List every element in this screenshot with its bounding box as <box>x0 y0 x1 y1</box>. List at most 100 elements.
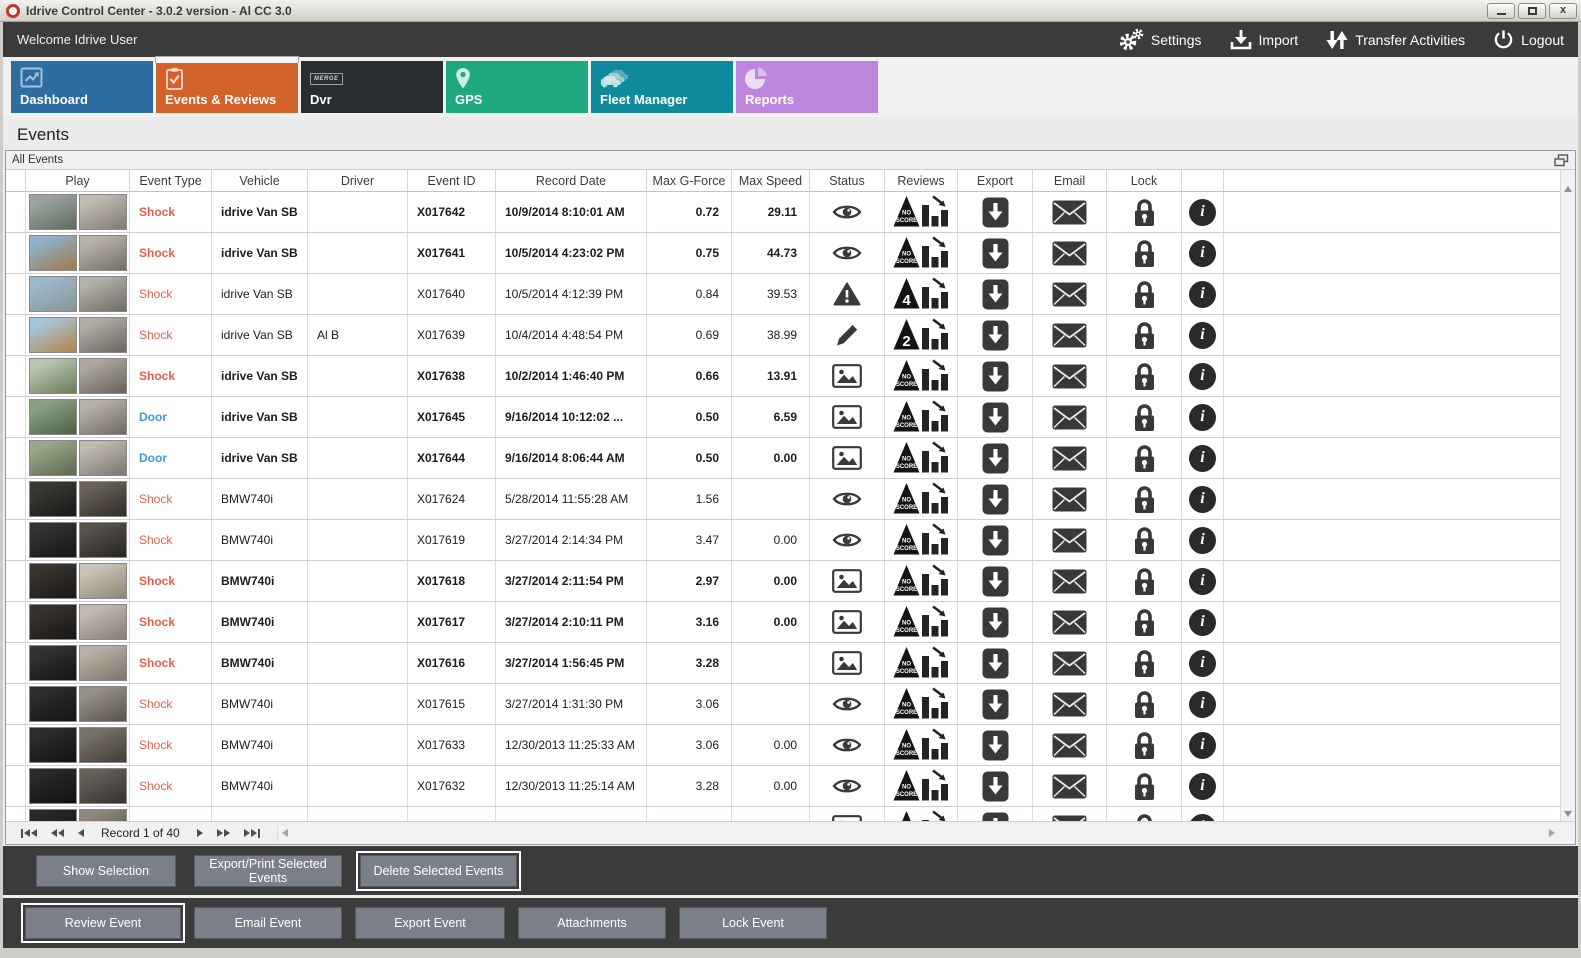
front-camera-thumbnail[interactable] <box>28 686 77 722</box>
settings-button[interactable]: Settings <box>1118 28 1202 52</box>
status-cell[interactable] <box>810 602 885 642</box>
cabin-camera-thumbnail[interactable] <box>78 686 127 722</box>
table-row[interactable]: Shock idrive Van SB X017640 10/5/2014 4:… <box>6 274 1575 315</box>
front-camera-thumbnail[interactable] <box>28 399 77 435</box>
tab-events-reviews[interactable]: Events & Reviews <box>155 56 299 113</box>
export-cell[interactable] <box>958 192 1033 232</box>
info-cell[interactable]: i <box>1182 807 1224 821</box>
cabin-camera-thumbnail[interactable] <box>78 522 127 558</box>
row-selector-cell[interactable] <box>6 233 26 273</box>
info-cell[interactable]: i <box>1182 602 1224 642</box>
cabin-camera-thumbnail[interactable] <box>78 317 127 353</box>
lock-cell[interactable] <box>1107 438 1182 478</box>
previous-record-button[interactable] <box>71 829 91 837</box>
export-cell[interactable] <box>958 274 1033 314</box>
status-cell[interactable] <box>810 274 885 314</box>
export-cell[interactable] <box>958 438 1033 478</box>
front-camera-thumbnail[interactable] <box>28 317 77 353</box>
export-cell[interactable] <box>958 602 1033 642</box>
play-cell[interactable] <box>26 479 130 519</box>
reviews-cell[interactable]: NOSCORE <box>885 356 958 396</box>
status-cell[interactable] <box>810 807 885 821</box>
reviews-cell[interactable]: NOSCORE <box>885 561 958 601</box>
status-cell[interactable] <box>810 520 885 560</box>
export-cell[interactable] <box>958 233 1033 273</box>
email-cell[interactable] <box>1033 602 1107 642</box>
status-cell[interactable] <box>810 192 885 232</box>
column-header-record-date[interactable]: Record Date <box>496 170 647 191</box>
email-cell[interactable] <box>1033 807 1107 821</box>
play-cell[interactable] <box>26 725 130 765</box>
front-camera-thumbnail[interactable] <box>28 194 77 230</box>
play-cell[interactable] <box>26 602 130 642</box>
maximize-button[interactable] <box>1518 2 1546 19</box>
status-cell[interactable] <box>810 643 885 683</box>
info-cell[interactable]: i <box>1182 479 1224 519</box>
vertical-scrollbar[interactable] <box>1560 170 1575 821</box>
info-cell[interactable]: i <box>1182 561 1224 601</box>
email-cell[interactable] <box>1033 192 1107 232</box>
row-selector-cell[interactable] <box>6 684 26 724</box>
email-event-button[interactable]: Email Event <box>194 907 342 939</box>
front-camera-thumbnail[interactable] <box>28 809 77 821</box>
lock-cell[interactable] <box>1107 561 1182 601</box>
row-selector-cell[interactable] <box>6 807 26 821</box>
play-cell[interactable] <box>26 315 130 355</box>
column-header-status[interactable]: Status <box>810 170 885 191</box>
table-row[interactable]: Door idrive Van SB X017645 9/16/2014 10:… <box>6 397 1575 438</box>
email-cell[interactable] <box>1033 766 1107 806</box>
row-selector-cell[interactable] <box>6 602 26 642</box>
table-row[interactable]: Shock BMW740i X017632 12/30/2013 11:25:1… <box>6 766 1575 807</box>
row-selector-cell[interactable] <box>6 479 26 519</box>
email-cell[interactable] <box>1033 479 1107 519</box>
tab-fleet-manager[interactable]: Fleet Manager <box>591 61 733 113</box>
reviews-cell[interactable]: NOSCORE <box>885 602 958 642</box>
email-cell[interactable] <box>1033 274 1107 314</box>
export-cell[interactable] <box>958 315 1033 355</box>
column-header-max-speed[interactable]: Max Speed <box>732 170 810 191</box>
front-camera-thumbnail[interactable] <box>28 522 77 558</box>
lock-cell[interactable] <box>1107 807 1182 821</box>
lock-cell[interactable] <box>1107 233 1182 273</box>
status-cell[interactable] <box>810 479 885 519</box>
close-button[interactable]: x <box>1549 2 1577 19</box>
email-cell[interactable] <box>1033 233 1107 273</box>
reviews-cell[interactable]: NOSCORE <box>885 520 958 560</box>
reviews-cell[interactable]: NOSCORE <box>885 479 958 519</box>
front-camera-thumbnail[interactable] <box>28 481 77 517</box>
info-cell[interactable]: i <box>1182 397 1224 437</box>
cabin-camera-thumbnail[interactable] <box>78 809 127 821</box>
info-cell[interactable]: i <box>1182 274 1224 314</box>
info-cell[interactable]: i <box>1182 356 1224 396</box>
column-header-export[interactable]: Export <box>958 170 1033 191</box>
column-header-reviews[interactable]: Reviews <box>885 170 958 191</box>
scroll-left-icon[interactable] <box>281 828 288 837</box>
info-cell[interactable]: i <box>1182 643 1224 683</box>
email-cell[interactable] <box>1033 684 1107 724</box>
column-header-event-type[interactable]: Event Type <box>130 170 212 191</box>
row-selector-cell[interactable] <box>6 438 26 478</box>
column-header-event-id[interactable]: Event ID <box>408 170 496 191</box>
row-selector-cell[interactable] <box>6 766 26 806</box>
table-row[interactable]: Shock BMW740i X017616 3/27/2014 1:56:45 … <box>6 643 1575 684</box>
front-camera-thumbnail[interactable] <box>28 604 77 640</box>
reviews-cell[interactable]: NOSCORE <box>885 725 958 765</box>
table-row[interactable]: Shock idrive Van SB X017638 10/2/2014 1:… <box>6 356 1575 397</box>
horizontal-scrollbar[interactable] <box>276 824 1575 842</box>
info-cell[interactable]: i <box>1182 766 1224 806</box>
play-cell[interactable] <box>26 807 130 821</box>
reviews-cell[interactable]: NOSCORE <box>885 643 958 683</box>
front-camera-thumbnail[interactable] <box>28 563 77 599</box>
row-selector-cell[interactable] <box>6 725 26 765</box>
reviews-cell[interactable]: NOSCORE <box>885 807 958 821</box>
status-cell[interactable] <box>810 561 885 601</box>
status-cell[interactable] <box>810 438 885 478</box>
reviews-cell[interactable]: NOSCORE <box>885 192 958 232</box>
email-cell[interactable] <box>1033 725 1107 765</box>
cabin-camera-thumbnail[interactable] <box>78 768 127 804</box>
table-row[interactable]: Door idrive Van SB X017644 9/16/2014 8:0… <box>6 438 1575 479</box>
play-cell[interactable] <box>26 356 130 396</box>
play-cell[interactable] <box>26 766 130 806</box>
table-row[interactable]: Shock idrive Van SB Al B X017639 10/4/20… <box>6 315 1575 356</box>
lock-cell[interactable] <box>1107 643 1182 683</box>
